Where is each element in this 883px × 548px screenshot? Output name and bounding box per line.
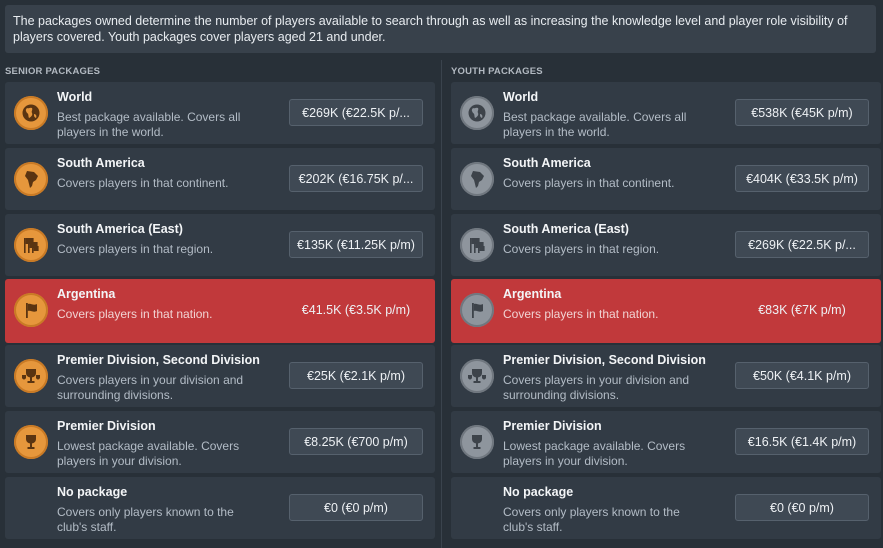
trophy-icon: [14, 425, 48, 459]
trophies-icon: [460, 359, 494, 393]
info-text: The packages owned determine the number …: [13, 14, 848, 44]
package-name: South America (East): [57, 222, 183, 236]
package-name: Premier Division, Second Division: [503, 353, 706, 367]
youth-package-south-america[interactable]: South America Covers players in that con…: [451, 148, 881, 210]
package-description: Covers players in your division and surr…: [57, 373, 244, 402]
package-description: Best package available. Covers all playe…: [57, 110, 241, 139]
flag-icon: [460, 293, 494, 327]
senior-package-none[interactable]: No package Covers only players known to …: [5, 477, 435, 539]
globe-icon: [14, 96, 48, 130]
senior-package-south-america-east[interactable]: South America (East) Covers players in t…: [5, 214, 435, 276]
package-name: Premier Division: [57, 419, 156, 433]
buy-package-button[interactable]: €269K (€22.5K p/...: [289, 99, 423, 126]
youth-package-premier-second-division[interactable]: Premier Division, Second Division Covers…: [451, 345, 881, 407]
youth-package-world[interactable]: World Best package available. Covers all…: [451, 82, 881, 144]
package-description: Covers players in that nation.: [57, 307, 213, 321]
continent-icon: [14, 162, 48, 196]
buy-package-button[interactable]: €0 (€0 p/m): [289, 494, 423, 521]
package-name: Premier Division, Second Division: [57, 353, 260, 367]
youth-packages-list: World Best package available. Covers all…: [451, 82, 881, 543]
flags-icon: [460, 228, 494, 262]
package-description: Covers players in your division and surr…: [503, 373, 690, 402]
package-description: Covers only players known to the club's …: [57, 505, 234, 534]
buy-package-button[interactable]: €404K (€33.5K p/m): [735, 165, 869, 192]
package-description: Lowest package available. Covers players…: [57, 439, 240, 468]
buy-package-button[interactable]: €50K (€4.1K p/m): [735, 362, 869, 389]
package-name: South America (East): [503, 222, 629, 236]
info-panel: The packages owned determine the number …: [5, 5, 876, 53]
buy-package-button[interactable]: €0 (€0 p/m): [735, 494, 869, 521]
senior-package-world[interactable]: World Best package available. Covers all…: [5, 82, 435, 144]
trophies-icon: [14, 359, 48, 393]
senior-package-south-america[interactable]: South America Covers players in that con…: [5, 148, 435, 210]
package-description: Lowest package available. Covers players…: [503, 439, 686, 468]
senior-package-premier-second-division[interactable]: Premier Division, Second Division Covers…: [5, 345, 435, 407]
package-name: Argentina: [503, 287, 562, 301]
youth-packages-title: YOUTH PACKAGES: [451, 66, 543, 77]
youth-package-none[interactable]: No package Covers only players known to …: [451, 477, 881, 539]
buy-package-button[interactable]: €16.5K (€1.4K p/m): [735, 428, 869, 455]
globe-icon: [460, 96, 494, 130]
package-name: Premier Division: [503, 419, 602, 433]
flag-icon: [14, 293, 48, 327]
youth-package-argentina[interactable]: Argentina Covers players in that nation.…: [451, 279, 881, 343]
package-description: Covers players in that continent.: [503, 176, 675, 190]
package-name: South America: [57, 156, 145, 170]
buy-package-button[interactable]: €538K (€45K p/m): [735, 99, 869, 126]
column-divider: [441, 60, 442, 548]
package-description: Covers players in that region.: [503, 242, 660, 256]
youth-package-premier-division[interactable]: Premier Division Lowest package availabl…: [451, 411, 881, 473]
package-name: World: [503, 90, 539, 104]
buy-package-button[interactable]: €8.25K (€700 p/m): [289, 428, 423, 455]
senior-packages-list: World Best package available. Covers all…: [5, 82, 435, 543]
package-name: World: [57, 90, 93, 104]
senior-packages-title: SENIOR PACKAGES: [5, 66, 101, 77]
package-name: No package: [57, 485, 128, 499]
senior-package-argentina[interactable]: Argentina Covers players in that nation.…: [5, 279, 435, 343]
trophy-icon: [460, 425, 494, 459]
package-name: Argentina: [57, 287, 116, 301]
continent-icon: [460, 162, 494, 196]
senior-package-premier-division[interactable]: Premier Division Lowest package availabl…: [5, 411, 435, 473]
package-description: Best package available. Covers all playe…: [503, 110, 687, 139]
package-description: Covers players in that nation.: [503, 307, 659, 321]
package-description: Covers players in that region.: [57, 242, 214, 256]
package-price: €83K (€7K p/m): [758, 302, 846, 317]
buy-package-button[interactable]: €25K (€2.1K p/m): [289, 362, 423, 389]
package-description: Covers only players known to the club's …: [503, 505, 680, 534]
package-description: Covers players in that continent.: [57, 176, 229, 190]
package-name: No package: [503, 485, 574, 499]
buy-package-button[interactable]: €202K (€16.75K p/...: [289, 165, 423, 192]
flags-icon: [14, 228, 48, 262]
buy-package-button[interactable]: €135K (€11.25K p/m): [289, 231, 423, 258]
youth-package-south-america-east[interactable]: South America (East) Covers players in t…: [451, 214, 881, 276]
buy-package-button[interactable]: €269K (€22.5K p/...: [735, 231, 869, 258]
package-name: South America: [503, 156, 591, 170]
package-price: €41.5K (€3.5K p/m): [301, 302, 411, 317]
